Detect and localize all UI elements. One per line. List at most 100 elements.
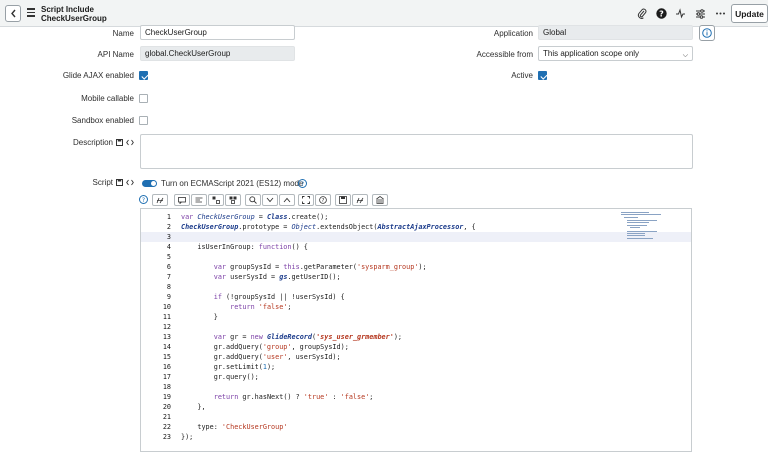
mobile-callable-label: Mobile callable: [81, 94, 134, 103]
code-line: 4 isUserInGroup: function() {: [166, 243, 308, 251]
search-icon: [249, 196, 257, 204]
chevron-down-icon: ⌵: [682, 52, 688, 59]
mobile-callable-checkbox[interactable]: [139, 94, 148, 103]
script-label-group: Script: [60, 178, 134, 187]
code-line: 9 if (!groupSysId || !userSysId) {: [166, 293, 345, 301]
back-button[interactable]: [5, 5, 21, 22]
es12-label: Turn on ECMAScript 2021 (ES12) mode: [161, 179, 304, 188]
svg-text:?: ?: [322, 198, 325, 204]
accessible-from-value: This application scope only: [543, 49, 640, 58]
code-icon[interactable]: [126, 179, 134, 186]
svg-text:?: ?: [301, 181, 304, 188]
debug-icon: [229, 196, 237, 204]
accessible-from-label: Accessible from: [476, 50, 533, 59]
active-checkbox[interactable]: [538, 71, 547, 80]
save-icon[interactable]: [116, 179, 123, 186]
code-line: 23});: [162, 433, 194, 441]
code-line: 16 gr.setLimit(1);: [162, 363, 276, 371]
glide-ajax-label: Glide AJAX enabled: [62, 71, 134, 80]
code-line: 3: [141, 232, 691, 242]
api-name-label: API Name: [97, 50, 134, 59]
es12-toggle[interactable]: [142, 180, 157, 187]
lint-icon: [356, 197, 364, 203]
script-debugger-button[interactable]: [225, 194, 241, 206]
description-label: Description: [72, 138, 113, 147]
settings-sliders-icon[interactable]: [694, 7, 706, 19]
save-icon[interactable]: [116, 139, 123, 146]
paperclip-icon[interactable]: [636, 7, 648, 19]
help-icon[interactable]: ?: [655, 7, 667, 19]
save-script-button[interactable]: [335, 194, 351, 206]
application-field: Global: [538, 25, 693, 40]
code-line: 5: [166, 253, 171, 261]
code-line: 21: [162, 413, 171, 421]
code-line: 11 }: [162, 313, 218, 321]
editor-help-icon[interactable]: ?: [139, 195, 148, 204]
code-line: 17 gr.query();: [162, 373, 259, 381]
code-line: 8: [166, 283, 171, 291]
record-name: CheckUserGroup: [41, 14, 107, 23]
script-label: Script: [92, 178, 113, 187]
info-button[interactable]: [699, 25, 715, 41]
syntax-check-icon: [156, 197, 164, 203]
application-label: Application: [493, 29, 533, 38]
format-code-button[interactable]: [191, 194, 207, 206]
toggle-syntax-button[interactable]: [152, 194, 168, 206]
code-line: 10 return 'false';: [162, 303, 292, 311]
info-icon: [702, 28, 712, 38]
comment-icon: [178, 196, 186, 204]
accessible-from-select[interactable]: This application scope only ⌵: [538, 46, 693, 61]
code-line: 20 },: [162, 403, 206, 411]
toggle-linting-button[interactable]: [352, 194, 368, 206]
code-line: 13 var gr = new GlideRecord('sys_user_gr…: [162, 333, 403, 341]
code-line: 18: [162, 383, 171, 391]
fullscreen-button[interactable]: [298, 194, 314, 206]
name-field[interactable]: CheckUserGroup: [140, 25, 295, 40]
shortcuts-help-button[interactable]: ?: [315, 194, 331, 206]
help-circle-icon: ?: [319, 196, 327, 204]
building-icon: [376, 196, 384, 204]
fullscreen-icon: [302, 196, 310, 204]
macro-icon: [212, 196, 220, 204]
svg-text:?: ?: [659, 9, 664, 18]
code-icon[interactable]: [126, 139, 134, 146]
code-line: 22 type: 'CheckUserGroup': [162, 423, 288, 431]
form-header: Script Include CheckUserGroup ? Update: [0, 0, 768, 27]
sandbox-label: Sandbox enabled: [71, 116, 134, 125]
code-line: 1 var CheckUserGroup = Class.create();: [166, 213, 329, 221]
sandbox-checkbox[interactable]: [139, 116, 148, 125]
code-line: 6 var groupSysId = this.getParameter('sy…: [166, 263, 427, 271]
find-next-button[interactable]: [262, 194, 278, 206]
help-circle-icon[interactable]: ?: [298, 179, 307, 188]
code-line: 14 gr.addQuery('group', groupSysId);: [162, 343, 349, 351]
comment-button[interactable]: [174, 194, 190, 206]
page-title: Script Include CheckUserGroup: [41, 5, 107, 23]
code-line: 12: [162, 323, 171, 331]
name-label: Name: [112, 29, 134, 38]
find-previous-button[interactable]: [279, 194, 295, 206]
code-line: 19 return gr.hasNext() ? 'true' : 'false…: [162, 393, 374, 401]
insert-macro-button[interactable]: [208, 194, 224, 206]
more-icon[interactable]: [714, 7, 726, 19]
back-icon: [10, 9, 16, 18]
api-name-field: global.CheckUserGroup: [140, 46, 295, 61]
code-line: 7 var userSysId = gs.getUserID();: [166, 273, 341, 281]
menu-icon[interactable]: [27, 8, 35, 19]
script-editor[interactable]: 1 var CheckUserGroup = Class.create(); 2C…: [140, 208, 692, 452]
code-line: 2 CheckUserGroup.prototype = Object.exten…: [166, 223, 476, 231]
search-button[interactable]: [245, 194, 261, 206]
activity-icon[interactable]: [674, 7, 686, 19]
script-references-button[interactable]: [372, 194, 388, 206]
save-icon: [339, 196, 347, 204]
record-type: Script Include: [41, 5, 94, 14]
format-icon: [195, 197, 203, 202]
glide-ajax-checkbox[interactable]: [139, 71, 148, 80]
svg-text:?: ?: [142, 197, 145, 204]
description-label-group: Description: [40, 138, 134, 147]
active-label: Active: [511, 71, 533, 80]
description-field[interactable]: [140, 134, 693, 169]
code-line: 15 gr.addQuery('user', userSysId);: [162, 353, 341, 361]
update-button[interactable]: Update: [731, 4, 768, 23]
chevron-down-icon: [266, 197, 274, 203]
code-minimap[interactable]: [621, 211, 691, 241]
